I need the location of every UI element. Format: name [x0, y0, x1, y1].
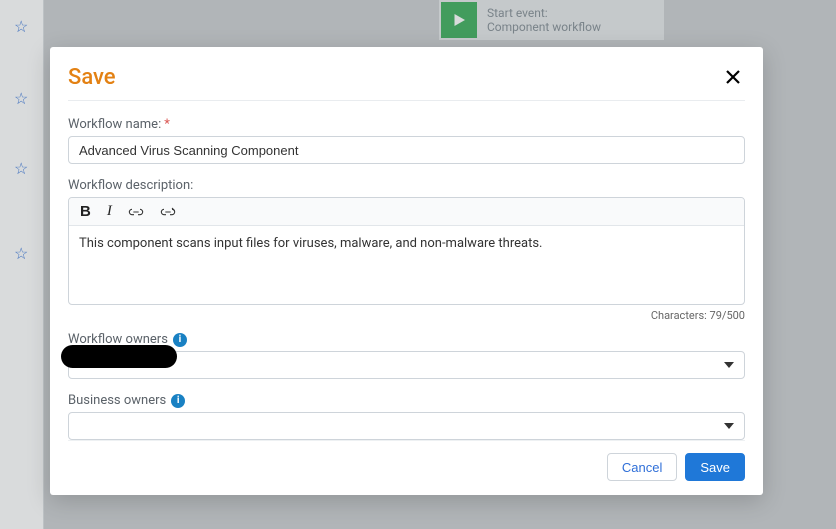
character-count: Characters: 79/500 — [68, 309, 745, 322]
unlink-button[interactable] — [157, 203, 179, 221]
save-modal: Save Workflow name: * Workflow descripti… — [50, 47, 763, 495]
description-editor: B I This — [68, 197, 745, 305]
italic-button[interactable]: I — [104, 201, 115, 222]
workflow-name-input[interactable] — [68, 136, 745, 164]
business-owners-label: Business owners — [68, 393, 166, 408]
workflow-description-label: Workflow description: — [68, 178, 193, 193]
close-button[interactable] — [721, 65, 745, 89]
link-icon — [128, 205, 144, 219]
editor-toolbar: B I — [69, 198, 744, 226]
workflow-name-group: Workflow name: * — [68, 113, 745, 164]
required-mark: * — [164, 117, 170, 132]
redacted-owner-chip — [61, 345, 177, 368]
unlink-icon — [160, 205, 176, 219]
link-button[interactable] — [125, 203, 147, 221]
save-button[interactable]: Save — [685, 453, 745, 481]
info-icon[interactable]: i — [173, 333, 187, 347]
business-owners-select[interactable] — [68, 412, 745, 440]
modal-title: Save — [68, 65, 116, 90]
workflow-description-group: Workflow description: B I — [68, 174, 745, 322]
workflow-name-label: Workflow name: — [68, 117, 161, 132]
bold-button[interactable]: B — [77, 201, 94, 222]
cancel-button[interactable]: Cancel — [607, 453, 677, 481]
modal-footer: Cancel Save — [68, 440, 745, 481]
close-icon — [725, 69, 741, 85]
business-owners-group: Business owners i — [68, 389, 745, 440]
chevron-down-icon — [724, 362, 734, 368]
info-icon[interactable]: i — [171, 394, 185, 408]
chevron-down-icon — [724, 423, 734, 429]
workflow-owners-group: Workflow owners i — [68, 328, 745, 379]
description-textarea[interactable]: This component scans input files for vir… — [69, 226, 744, 304]
